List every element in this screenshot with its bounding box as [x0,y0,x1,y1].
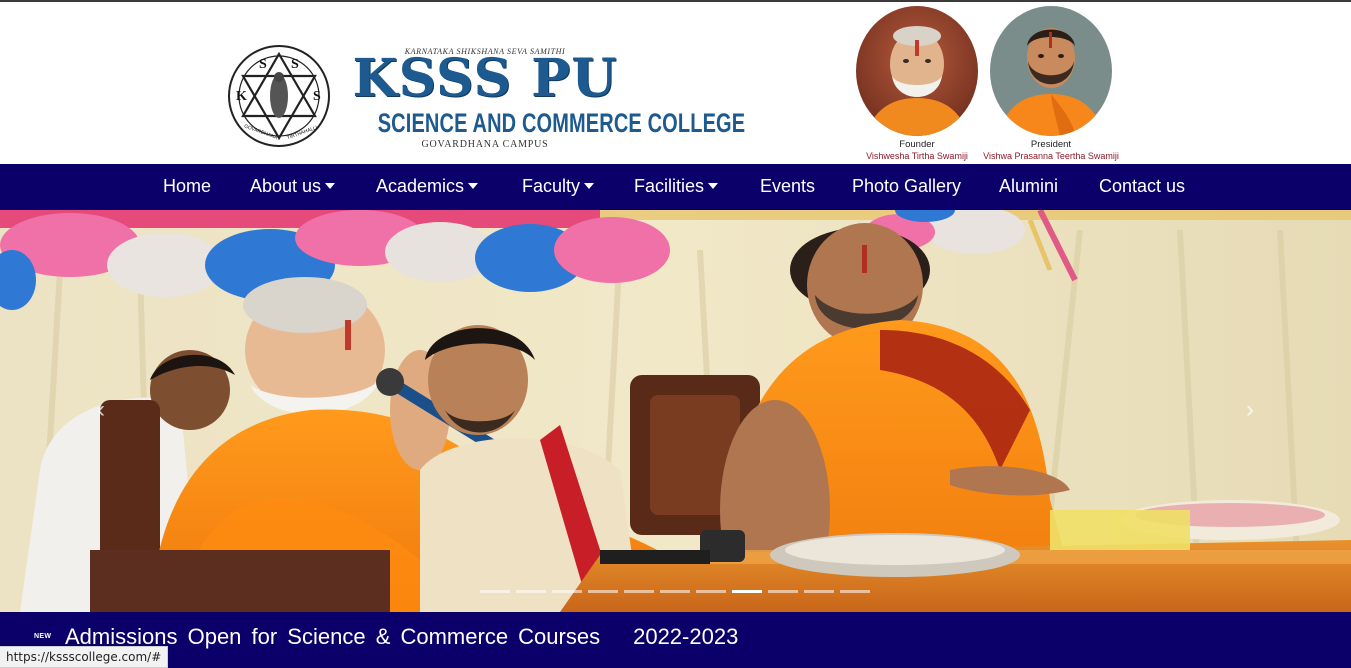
carousel-slide-image [0,210,1351,612]
emblem-letter: S [259,57,267,72]
founder-portrait [856,6,978,136]
nav-facilities[interactable]: Facilities [634,164,719,210]
hero-carousel[interactable]: ‹ › [0,210,1351,612]
chevron-right-icon: › [1246,396,1254,423]
news-ticker: NEW Admissions Open for Science & Commer… [0,612,1351,668]
carousel-indicator[interactable] [480,590,510,593]
college-emblem[interactable]: S S K S GOVARDHANA TIRTHAHALLI [227,44,331,148]
carousel-indicator[interactable] [804,590,834,593]
carousel-indicator[interactable] [588,590,618,593]
campus-name: GOVARDHANA CAMPUS [421,139,549,150]
nav-label: Contact us [1099,176,1186,196]
site-header: S S K S GOVARDHANA TIRTHAHALLI KARNATAKA… [0,2,1351,164]
caret-down-icon [468,183,479,189]
president-role: President [1030,139,1072,150]
nav-label: Events [760,176,816,196]
nav-home[interactable]: Home [163,164,211,210]
nav-about-us[interactable]: About us [250,164,336,210]
founder-role: Founder [899,139,935,150]
carousel-indicator[interactable] [768,590,798,593]
new-badge: NEW [34,633,52,640]
nav-events[interactable]: Events [760,164,815,210]
carousel-indicator[interactable] [660,590,690,593]
nav-label: Facilities [634,176,705,196]
carousel-prev-button[interactable]: ‹ [86,390,116,430]
nav-label: Faculty [522,176,581,196]
college-wordmark[interactable]: KARNATAKA SHIKSHANA SEVA SAMITHI KSSS PU… [340,44,746,154]
caret-down-icon [584,183,595,189]
president-portrait [990,6,1112,136]
browser-status-url: https://kssscollege.com/# [0,646,169,668]
nav-label: Home [163,176,212,196]
caret-down-icon [708,183,719,189]
nav-photo-gallery[interactable]: Photo Gallery [852,164,961,210]
emblem-letter: K [236,89,247,104]
nav-label: Academics [376,176,465,196]
carousel-indicator[interactable] [840,590,870,593]
nav-faculty[interactable]: Faculty [522,164,595,210]
chevron-left-icon: ‹ [97,396,105,423]
nav-alumini[interactable]: Alumini [999,164,1058,210]
main-navbar: Home About us Academics Faculty Faciliti… [0,164,1351,210]
college-name: KSSS PU [352,48,618,109]
president-name: Vishwa Prasanna Teertha Swamiji [983,151,1119,161]
nav-contact-us[interactable]: Contact us [1099,164,1185,210]
nav-label: Photo Gallery [852,176,962,196]
president-card: President Vishwa Prasanna Teertha Swamij… [976,6,1126,162]
carousel-indicator[interactable] [732,590,762,593]
carousel-indicator[interactable] [516,590,546,593]
founder-card: Founder Vishwesha Tirtha Swamiji [842,6,992,162]
nav-academics[interactable]: Academics [376,164,479,210]
nav-label: About us [250,176,322,196]
carousel-indicator[interactable] [696,590,726,593]
carousel-indicator[interactable] [624,590,654,593]
emblem-letter: S [291,57,299,72]
caret-down-icon [325,183,336,189]
emblem-letter: S [313,89,321,104]
news-year: 2022-2023 [633,624,739,649]
carousel-next-button[interactable]: › [1235,390,1265,430]
founder-name: Vishwesha Tirtha Swamiji [866,151,968,161]
carousel-indicator[interactable] [552,590,582,593]
college-subtitle: SCIENCE AND COMMERCE COLLEGE [377,108,746,138]
nav-label: Alumini [999,176,1059,196]
